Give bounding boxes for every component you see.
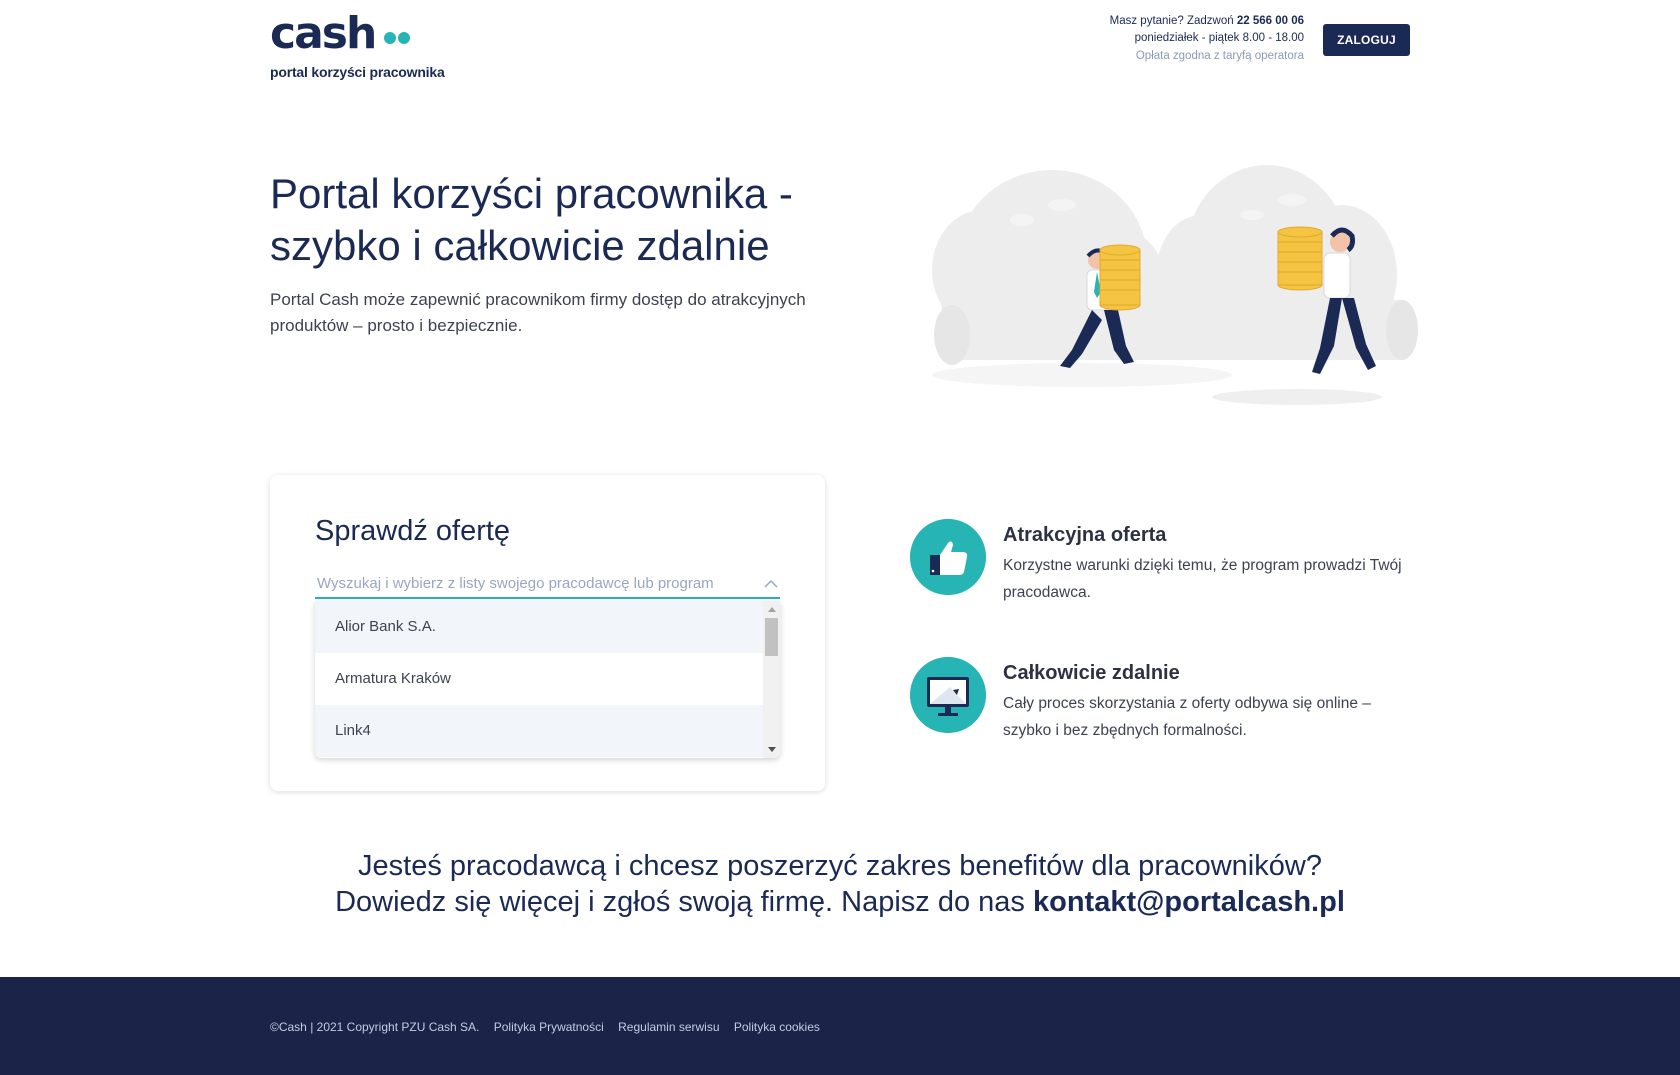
hero-description: Portal Cash może zapewnić pracownikom fi… (270, 290, 806, 335)
page-title-line2: szybko i całkowicie zdalnie (270, 222, 770, 269)
hero-illustration (932, 165, 1418, 405)
logo-dots-icon (383, 31, 412, 49)
contact-question: Masz pytanie? Zadzwoń (1109, 15, 1234, 27)
scrollbar-thumb[interactable] (765, 618, 778, 656)
contact-email-link[interactable]: kontakt@portalcash.pl (1033, 886, 1345, 918)
contact-hours: poniedziałek - piątek 8.00 - 18.00 (1134, 32, 1304, 44)
logo-word: cash (270, 8, 377, 59)
feature-text: Korzystne warunki dzięki temu, że progra… (1003, 557, 1402, 601)
dropdown-option[interactable]: Link4 (315, 705, 764, 757)
footer-copyright: ©Cash | 2021 Copyright PZU Cash SA. (270, 1020, 480, 1034)
chevron-up-icon[interactable] (762, 575, 780, 593)
monitor-icon (910, 657, 986, 733)
thumbs-up-icon (910, 519, 986, 595)
search-card: Sprawdź ofertę Alior Bank S.A. Armatura … (270, 475, 825, 791)
dropdown-option[interactable]: Armatura Kraków (315, 653, 764, 705)
search-card-title: Sprawdź ofertę (315, 515, 511, 547)
footer: ©Cash | 2021 Copyright PZU Cash SA. Poli… (0, 977, 1680, 1075)
feature-text: Cały proces skorzystania z oferty odbywa… (1003, 695, 1371, 739)
logo[interactable]: cash portal korzyści pracownika (270, 8, 470, 81)
contact-fee: Opłata zgodna z taryfą operatora (1135, 50, 1304, 62)
employer-cta-line2: Dowiedz się więcej i zgłoś swoją firmę. … (0, 884, 1680, 920)
cookies-policy-link[interactable]: Polityka cookies (734, 1020, 820, 1034)
footer-links: ©Cash | 2021 Copyright PZU Cash SA. Poli… (270, 1020, 831, 1034)
logo-tagline: portal korzyści pracownika (270, 64, 445, 80)
employer-cta-line1: Jesteś pracodawcą i chcesz poszerzyć zak… (358, 850, 1322, 882)
login-button[interactable]: ZALOGUJ (1323, 24, 1410, 56)
dropdown-scrollbar[interactable] (763, 601, 780, 758)
contact-info: Masz pytanie? Zadzwoń 22 566 00 06 ponie… (1110, 13, 1304, 65)
page-title: Portal korzyści pracownika - szybko i ca… (270, 168, 890, 272)
employer-dropdown-list[interactable]: Alior Bank S.A. Armatura Kraków Link4 (315, 601, 780, 758)
page-title-line1: Portal korzyści pracownika - (270, 170, 793, 217)
contact-line: Masz pytanie? Zadzwoń 22 566 00 06 (1110, 13, 1304, 30)
employer-search-input[interactable] (315, 569, 780, 599)
scroll-up-arrow-icon[interactable] (768, 607, 776, 612)
privacy-policy-link[interactable]: Polityka Prywatności (494, 1020, 604, 1034)
dropdown-option[interactable]: Alior Bank S.A. (315, 601, 764, 653)
feature-title: Całkowicie zdalnie (1003, 662, 1180, 684)
employer-cta-prefix: Dowiedz się więcej i zgłoś swoją firmę. … (335, 886, 1025, 918)
employer-cta: Jesteś pracodawcą i chcesz poszerzyć zak… (0, 848, 1680, 920)
feature-title: Atrakcyjna oferta (1003, 524, 1167, 546)
terms-link[interactable]: Regulamin serwisu (618, 1020, 719, 1034)
scroll-down-arrow-icon[interactable] (768, 747, 776, 752)
contact-phone[interactable]: 22 566 00 06 (1237, 15, 1304, 27)
